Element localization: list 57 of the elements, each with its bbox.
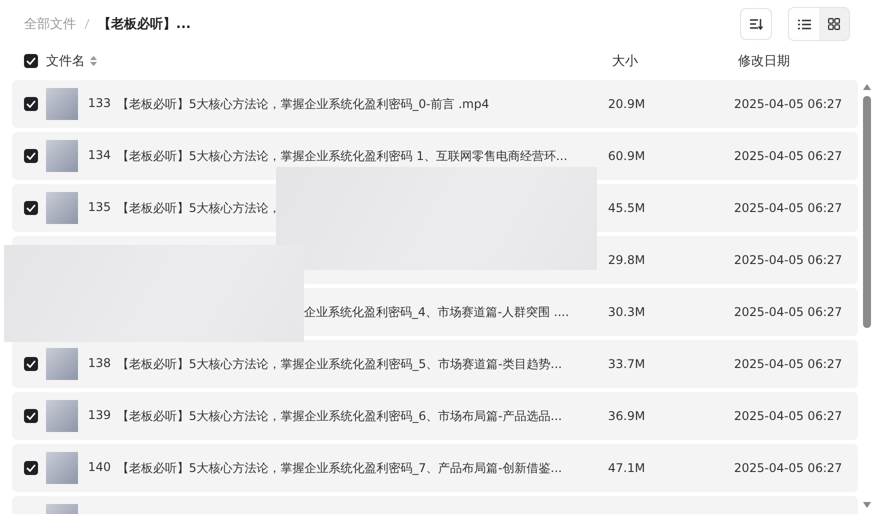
breadcrumb-link[interactable]: 【老板必听】... [98, 15, 191, 33]
file-size: 47.1M [608, 461, 646, 475]
video-thumbnail [46, 348, 78, 380]
file-number: 133 [88, 96, 111, 112]
video-thumbnail [46, 192, 78, 224]
modified-date: 2025-04-05 06:27 [734, 461, 842, 475]
video-thumbnail [46, 400, 78, 432]
modified-date: 2025-04-05 06:27 [734, 357, 842, 371]
modified-date: 2025-04-05 06:27 [734, 201, 842, 215]
file-size: 36.9M [608, 409, 646, 423]
file-name[interactable]: 【老板必听】5大核心方法论，掌握企业系统化盈利密码_6、市场布局篇-产品选品... [116, 408, 562, 424]
file-size: 20.9M [608, 97, 646, 111]
breadcrumb-separator-icon [84, 18, 90, 30]
file-number: 138 [88, 356, 111, 372]
column-header[interactable]: 修改日期 [738, 52, 790, 70]
modified-date: 2025-04-05 06:27 [734, 149, 842, 163]
file-number: 140 [88, 460, 111, 476]
checkbox[interactable] [24, 461, 38, 475]
grid-view-button[interactable] [819, 8, 849, 40]
checkbox[interactable] [24, 149, 38, 163]
file-name[interactable]: 【老板必听】5大核心方法论， [116, 200, 281, 216]
modified-date: 2025-04-05 06:27 [734, 409, 842, 423]
file-name[interactable]: 【老板必听】5大核心方法论，掌握企业系统化盈利密码 1、互联网零售电商经营环... [116, 148, 568, 164]
file-row[interactable]: 138 【老板必听】5大核心方法论，掌握企业系统化盈利密码_5、市场赛道篇-类目趋势... 33.7M 2025-04-05 06:27 [12, 340, 858, 388]
checkbox[interactable] [24, 54, 38, 68]
file-size: 60.9M [608, 149, 646, 163]
checkbox[interactable] [24, 409, 38, 423]
checkbox[interactable] [24, 357, 38, 371]
checkbox[interactable] [24, 97, 38, 111]
list-icon [798, 18, 810, 30]
file-size: 45.5M [608, 201, 646, 215]
file-name[interactable]: 【老板必听】5大核心方法论，掌握企业系统化盈利密码_7、产品布局篇-创新借鉴... [116, 460, 562, 476]
modified-date: 2025-04-05 06:27 [734, 305, 842, 319]
checkbox[interactable] [24, 201, 38, 215]
file-row[interactable]: 140 【老板必听】5大核心方法论，掌握企业系统化盈利密码_7、产品布局篇-创新借鉴... 47.1M 2025-04-05 06:27 [12, 444, 858, 492]
modified-date: 2025-04-05 06:27 [734, 97, 842, 111]
sort-button[interactable] [740, 8, 772, 40]
file-number: 139 [88, 408, 111, 424]
file-name[interactable]: 【老板必听】5大核心方法论，掌握企业系统化盈利密码_0-前言 .mp4 [116, 96, 490, 112]
video-thumbnail [46, 140, 78, 172]
sort-icon[interactable] [90, 56, 97, 66]
file-row[interactable]: 133 【老板必听】5大核心方法论，掌握企业系统化盈利密码_0-前言 .mp4 20.9M 2025-04-05 06:27 [12, 80, 858, 128]
file-size: 30.3M [608, 305, 646, 319]
column-header[interactable]: 文件名 [46, 52, 85, 70]
sort-icon [749, 18, 763, 30]
file-name[interactable]: 企业系统化盈利密码_4、市场赛道篇-人群突围 .... [304, 304, 570, 320]
file-number: 134 [88, 148, 111, 164]
file-number: 135 [88, 200, 111, 216]
column-header[interactable]: 大小 [612, 52, 638, 70]
video-thumbnail [46, 88, 78, 120]
file-size: 29.8M [608, 253, 646, 267]
modified-date: 2025-04-05 06:27 [734, 253, 842, 267]
grid-icon [828, 18, 840, 30]
file-size: 33.7M [608, 357, 646, 371]
file-row[interactable]: 139 【老板必听】5大核心方法论，掌握企业系统化盈利密码_6、市场布局篇-产品选品... 36.9M 2025-04-05 06:27 [12, 392, 858, 440]
video-thumbnail [46, 452, 78, 484]
file-name[interactable]: 【老板必听】5大核心方法论，掌握企业系统化盈利密码_5、市场赛道篇-类目趋势... [116, 356, 562, 372]
